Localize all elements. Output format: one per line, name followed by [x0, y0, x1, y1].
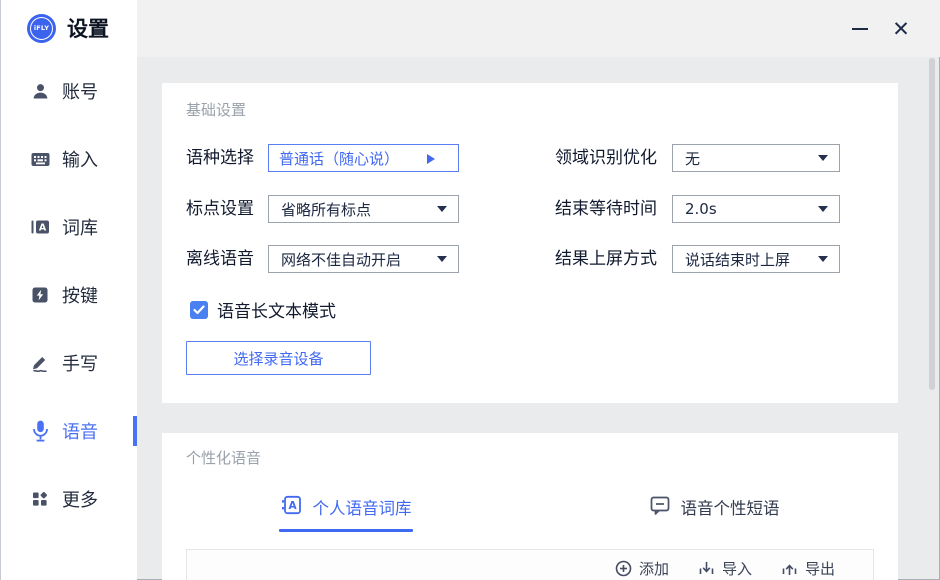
- chevron-down-icon: [818, 256, 828, 262]
- mic-icon: [29, 420, 51, 442]
- chevron-down-icon: [437, 256, 447, 262]
- svg-text:A: A: [39, 223, 47, 234]
- import-button[interactable]: 导入: [698, 558, 752, 579]
- language-picker-value: 普通话（随心说）: [269, 148, 399, 169]
- settings-window: { "window": { "title": "设置", "logo_text"…: [0, 0, 940, 580]
- sidebar-item-label: 按键: [62, 282, 98, 308]
- result-display-dropdown[interactable]: 说话结束时上屏: [672, 245, 840, 273]
- sidebar-item-label: 词库: [62, 214, 98, 240]
- dropdown-value: 网络不佳自动开启: [269, 249, 401, 270]
- end-wait-time-label: 结束等待时间: [555, 195, 657, 223]
- app-header: iFLY 设置: [27, 13, 109, 43]
- lexicon-table: 添加 导入 导出: [186, 549, 874, 580]
- dropdown-value: 2.0s: [673, 200, 717, 218]
- minimize-icon: [852, 28, 868, 30]
- lexicon-toolbar: 添加 导入 导出: [615, 558, 835, 579]
- sidebar: iFLY 设置 账号 输入 A 词库 按键: [0, 0, 137, 580]
- add-button[interactable]: 添加: [615, 558, 669, 579]
- sidebar-item-label: 输入: [62, 146, 98, 172]
- sidebar-item-voice[interactable]: 语音: [0, 414, 137, 448]
- domain-optimization-label: 领域识别优化: [555, 144, 657, 172]
- sidebar-item-lexicon[interactable]: A 词库: [0, 210, 137, 244]
- ifly-logo: iFLY: [27, 14, 56, 43]
- tab-label: 个人语音词库: [313, 495, 412, 519]
- sidebar-item-handwriting[interactable]: 手写: [0, 346, 137, 380]
- dropdown-value: 无: [673, 148, 700, 169]
- export-icon: [781, 560, 798, 577]
- long-text-mode-label: 语音长文本模式: [217, 297, 336, 322]
- dropdown-value: 说话结束时上屏: [673, 249, 790, 270]
- lexicon-icon: A: [29, 219, 51, 235]
- user-icon: [29, 83, 51, 100]
- add-circle-icon: [615, 560, 632, 577]
- pencil-icon: [29, 355, 51, 372]
- basic-section-title: 基础设置: [186, 99, 246, 120]
- punctuation-dropdown[interactable]: 省略所有标点: [268, 195, 459, 223]
- sidebar-item-label: 语音: [62, 418, 98, 444]
- personal-section-title: 个性化语音: [186, 447, 261, 468]
- result-display-label: 结果上屏方式: [555, 245, 657, 273]
- lightning-icon: [29, 287, 51, 303]
- logo-text: iFLY: [34, 24, 49, 32]
- active-indicator: [133, 416, 137, 446]
- sidebar-nav: 账号 输入 A 词库 按键 手写: [0, 74, 137, 550]
- chevron-down-icon: [818, 206, 828, 212]
- tab-voice-phrases[interactable]: 语音个性短语: [530, 482, 898, 532]
- keyboard-icon: [29, 152, 51, 167]
- personal-tabs: A 个人语音词库 语音个性短语: [162, 482, 898, 532]
- dropdown-value: 省略所有标点: [269, 199, 371, 220]
- end-wait-time-dropdown[interactable]: 2.0s: [672, 195, 840, 223]
- active-tab-underline: [279, 529, 413, 532]
- offline-voice-label: 离线语音: [186, 245, 254, 273]
- punctuation-label: 标点设置: [186, 195, 254, 223]
- sidebar-item-input[interactable]: 输入: [0, 142, 137, 176]
- tab-label: 语音个性短语: [681, 495, 780, 519]
- vertical-scrollbar-thumb[interactable]: [929, 58, 935, 390]
- sidebar-item-label: 账号: [62, 78, 98, 104]
- lexicon-a-icon: A: [281, 494, 303, 520]
- minimize-button[interactable]: [845, 14, 875, 44]
- phrase-bubble-icon: [649, 495, 671, 520]
- import-icon: [698, 560, 715, 577]
- offline-voice-dropdown[interactable]: 网络不佳自动开启: [268, 245, 459, 273]
- language-picker[interactable]: 普通话（随心说）: [268, 144, 459, 172]
- expand-right-icon: [427, 154, 435, 164]
- page-title: 设置: [67, 13, 109, 43]
- domain-optimization-dropdown[interactable]: 无: [672, 144, 840, 172]
- chevron-down-icon: [818, 155, 828, 161]
- checkbox-checked-icon[interactable]: [190, 301, 208, 319]
- titlebar: [137, 0, 940, 57]
- sidebar-item-hotkey[interactable]: 按键: [0, 278, 137, 312]
- chevron-down-icon: [437, 206, 447, 212]
- personalized-voice-card: 个性化语音 A 个人语音词库 语音个性短语 添加 导入: [162, 433, 898, 580]
- sidebar-item-label: 手写: [62, 350, 98, 376]
- sidebar-item-account[interactable]: 账号: [0, 74, 137, 108]
- tool-label: 导出: [805, 558, 835, 579]
- sidebar-item-label: 更多: [62, 486, 98, 512]
- tab-personal-voice-lexicon[interactable]: A 个人语音词库: [162, 482, 530, 532]
- language-select-label: 语种选择: [186, 144, 254, 172]
- close-button[interactable]: ✕: [886, 14, 916, 44]
- export-button[interactable]: 导出: [781, 558, 835, 579]
- select-recording-device-button[interactable]: 选择录音设备: [186, 341, 371, 375]
- svg-text:A: A: [288, 500, 297, 512]
- sidebar-item-more[interactable]: 更多: [0, 482, 137, 516]
- tool-label: 添加: [639, 558, 669, 579]
- close-icon: ✕: [892, 19, 910, 40]
- long-text-mode-checkbox-row[interactable]: 语音长文本模式: [190, 297, 336, 322]
- more-grid-icon: [29, 491, 51, 507]
- basic-settings-card: 基础设置 语种选择 普通话（随心说） 领域识别优化 无 标点设置 省略所有标点 …: [162, 83, 898, 403]
- tool-label: 导入: [722, 558, 752, 579]
